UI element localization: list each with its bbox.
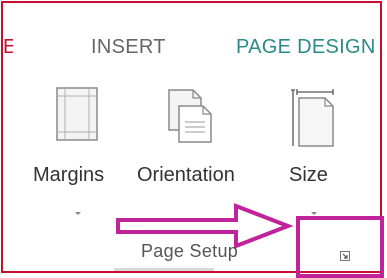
orientation-button[interactable] — [137, 86, 257, 236]
tab-page-design[interactable]: PAGE DESIGN — [236, 36, 376, 59]
highlight-box — [296, 216, 384, 278]
size-label: Size — [289, 164, 328, 186]
margins-icon — [56, 87, 98, 141]
size-button[interactable] — [289, 86, 349, 236]
margins-label: Margins — [33, 164, 105, 186]
margins-button[interactable] — [33, 86, 123, 236]
size-icon — [291, 89, 334, 147]
orientation-label: Orientation — [137, 164, 235, 186]
group-label-page-setup: Page Setup — [141, 241, 239, 261]
tab-insert[interactable]: INSERT — [91, 36, 166, 59]
tab-home[interactable]: E — [3, 36, 13, 59]
size-dropdown-icon — [311, 212, 317, 215]
orientation-icon — [168, 89, 212, 143]
margins-dropdown-icon — [75, 212, 81, 215]
ribbon-bottom-divider — [114, 268, 214, 271]
